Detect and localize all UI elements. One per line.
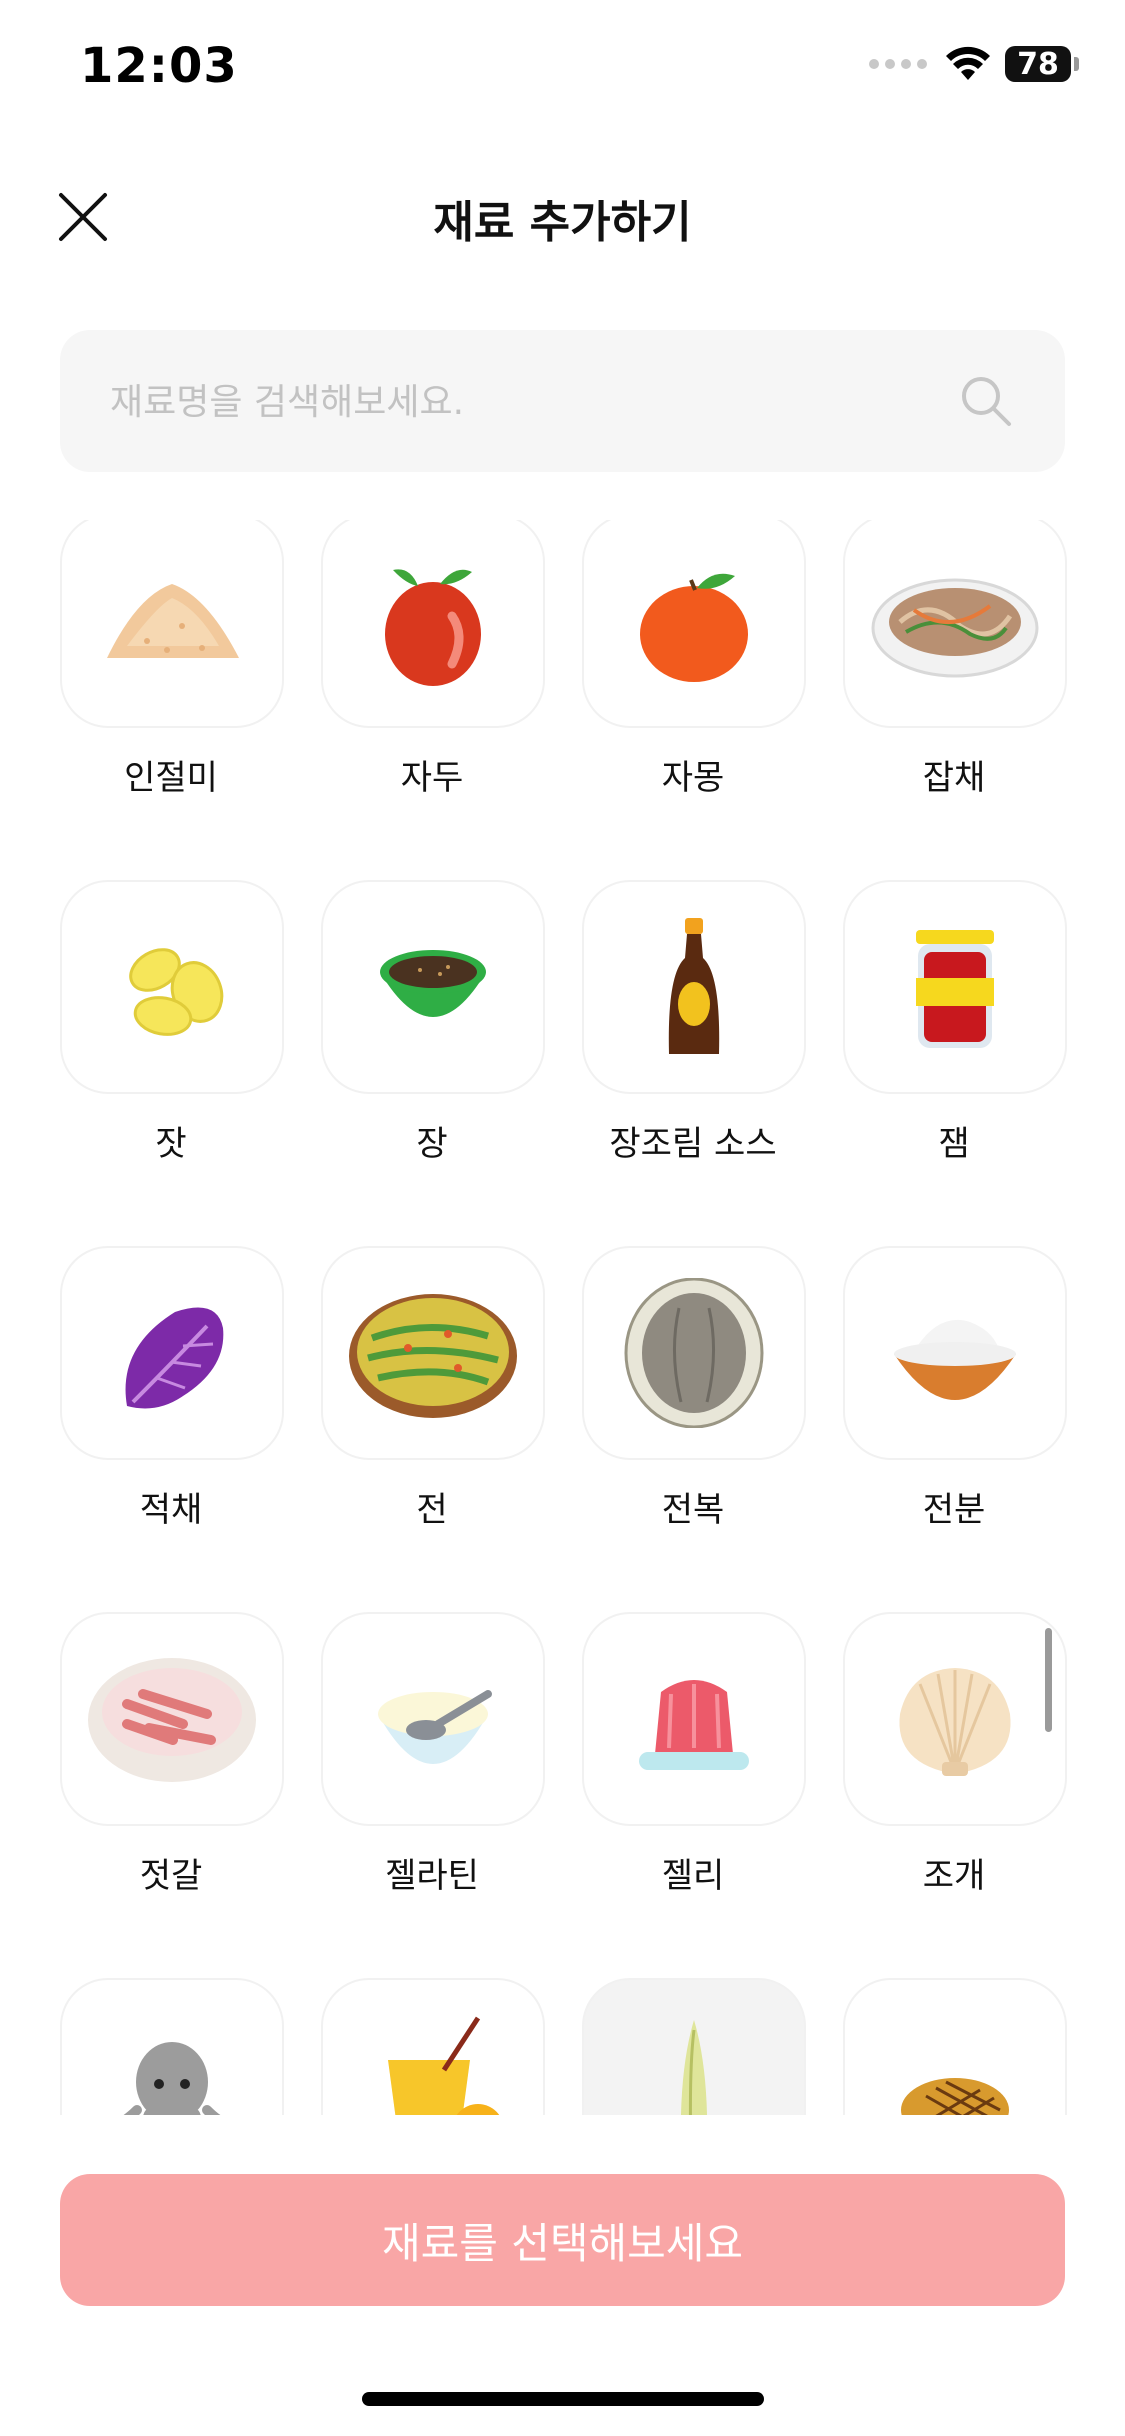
- sauce-bowl-icon: [380, 950, 486, 1017]
- ingredient-item[interactable]: [60, 1978, 284, 2115]
- ingredient-label: 자두: [400, 758, 464, 798]
- ingredient-label: 장: [416, 1124, 448, 1164]
- ingredient-item[interactable]: [582, 1978, 806, 2115]
- status-indicators: 78: [869, 46, 1079, 82]
- ingredient-label: 잣: [155, 1124, 187, 1164]
- ingredient-tile[interactable]: [321, 1978, 545, 2115]
- ingredient-tile[interactable]: [582, 520, 806, 728]
- ingredient-label: 젤라틴: [385, 1856, 479, 1896]
- home-indicator[interactable]: [362, 2392, 764, 2406]
- ingredient-tile[interactable]: [582, 1246, 806, 1460]
- ingredient-label: 잼: [938, 1124, 970, 1164]
- ingredient-tile[interactable]: [843, 1612, 1067, 1826]
- ingredient-tile[interactable]: [60, 1246, 284, 1460]
- cellular-signal-icon: [869, 59, 927, 69]
- injeolmi-icon: [107, 584, 239, 658]
- ingredient-tile[interactable]: [843, 520, 1067, 728]
- battery-level: 78: [1017, 46, 1059, 82]
- ingredient-item[interactable]: [843, 1978, 1067, 2115]
- ingredient-tile[interactable]: [582, 880, 806, 1094]
- ingredient-item[interactable]: 장조림 소스: [582, 880, 806, 1165]
- starch-bowl-icon: [894, 1319, 1016, 1400]
- battery-cap: [1074, 57, 1079, 71]
- bamboo-shoot-icon: [680, 2020, 708, 2115]
- ingredient-label: 젤리: [661, 1856, 725, 1896]
- wifi-icon: [946, 46, 990, 80]
- croaker-icon: [901, 2078, 1009, 2115]
- gelatin-icon: [378, 1690, 492, 1764]
- ingredient-tile[interactable]: [60, 880, 284, 1094]
- sauce-bottle-icon: [668, 918, 720, 1054]
- abalone-icon: [624, 1278, 764, 1428]
- ingredient-label: 전복: [661, 1490, 725, 1530]
- ingredient-item[interactable]: 젤라틴: [321, 1612, 545, 1897]
- ingredient-item[interactable]: 전분: [843, 1246, 1067, 1531]
- ingredient-grid: 인절미 자두 자몽 잡채 잣 장 장조림 소스 잼 적채 전 전복 전분 젓갈 …: [0, 520, 1125, 2115]
- ingredient-item[interactable]: 전복: [582, 1246, 806, 1531]
- plum-icon: [385, 569, 481, 686]
- ingredient-item[interactable]: 조개: [843, 1612, 1067, 1897]
- ingredient-item[interactable]: 전: [321, 1246, 545, 1531]
- ingredient-label: 전분: [922, 1490, 986, 1530]
- scroll-indicator[interactable]: [1045, 1628, 1052, 1732]
- ingredient-label: 장조림 소스: [609, 1124, 777, 1164]
- search-icon[interactable]: [959, 374, 1013, 428]
- status-time: 12:03: [80, 38, 238, 94]
- ingredient-tile[interactable]: [321, 1246, 545, 1460]
- ingredient-item[interactable]: 젤리: [582, 1612, 806, 1897]
- ingredient-label: 전: [416, 1490, 448, 1530]
- ingredient-label: 잡채: [922, 758, 986, 798]
- ingredient-tile[interactable]: [60, 1612, 284, 1826]
- salted-seafood-icon: [88, 1658, 256, 1782]
- jam-jar-icon: [916, 930, 994, 1048]
- status-bar: 12:03 78: [0, 0, 1125, 140]
- page-title: 재료 추가하기: [433, 197, 692, 248]
- ingredient-tile[interactable]: [321, 520, 545, 728]
- ingredient-tile[interactable]: [321, 880, 545, 1094]
- ingredient-tile[interactable]: [60, 1978, 284, 2115]
- ingredient-label: 젓갈: [139, 1856, 203, 1896]
- juice-icon: [388, 2016, 500, 2115]
- ingredient-tile[interactable]: [843, 1246, 1067, 1460]
- battery-icon: 78: [1005, 46, 1071, 82]
- ingredient-item[interactable]: 잡채: [843, 520, 1067, 799]
- red-cabbage-icon: [125, 1307, 224, 1409]
- ingredient-item[interactable]: 젓갈: [60, 1612, 284, 1897]
- search-box[interactable]: [60, 330, 1065, 474]
- ingredient-label: 인절미: [124, 758, 218, 798]
- grapefruit-icon: [640, 573, 748, 682]
- select-ingredient-button[interactable]: 재료를 선택해보세요: [60, 2174, 1065, 2306]
- ingredient-tile[interactable]: [843, 880, 1067, 1094]
- ingredient-label: 적채: [139, 1490, 203, 1530]
- octopus-icon: [123, 2042, 221, 2115]
- ingredient-tile[interactable]: [582, 1978, 806, 2115]
- pancake-icon: [349, 1294, 517, 1418]
- ingredient-tile[interactable]: [582, 1612, 806, 1826]
- ingredient-label: 조개: [922, 1856, 986, 1896]
- ingredient-item[interactable]: 장: [321, 880, 545, 1165]
- clam-icon: [899, 1668, 1011, 1776]
- ingredient-label: 자몽: [661, 758, 725, 798]
- ingredient-item[interactable]: [321, 1978, 545, 2115]
- jelly-icon: [639, 1680, 749, 1770]
- ingredient-item[interactable]: 잼: [843, 880, 1067, 1165]
- search-input[interactable]: [108, 330, 972, 474]
- ingredient-item[interactable]: 자두: [321, 520, 545, 799]
- ingredient-item[interactable]: 인절미: [60, 520, 284, 799]
- ingredient-item[interactable]: 적채: [60, 1246, 284, 1531]
- ingredient-tile[interactable]: [60, 520, 284, 728]
- ingredient-item[interactable]: 자몽: [582, 520, 806, 799]
- ingredient-tile[interactable]: [321, 1612, 545, 1826]
- pine-nut-icon: [129, 948, 224, 1036]
- ingredient-item[interactable]: 잣: [60, 880, 284, 1165]
- japchae-icon: [871, 578, 1039, 678]
- ingredient-tile[interactable]: [843, 1978, 1067, 2115]
- header: 재료 추가하기: [0, 160, 1125, 270]
